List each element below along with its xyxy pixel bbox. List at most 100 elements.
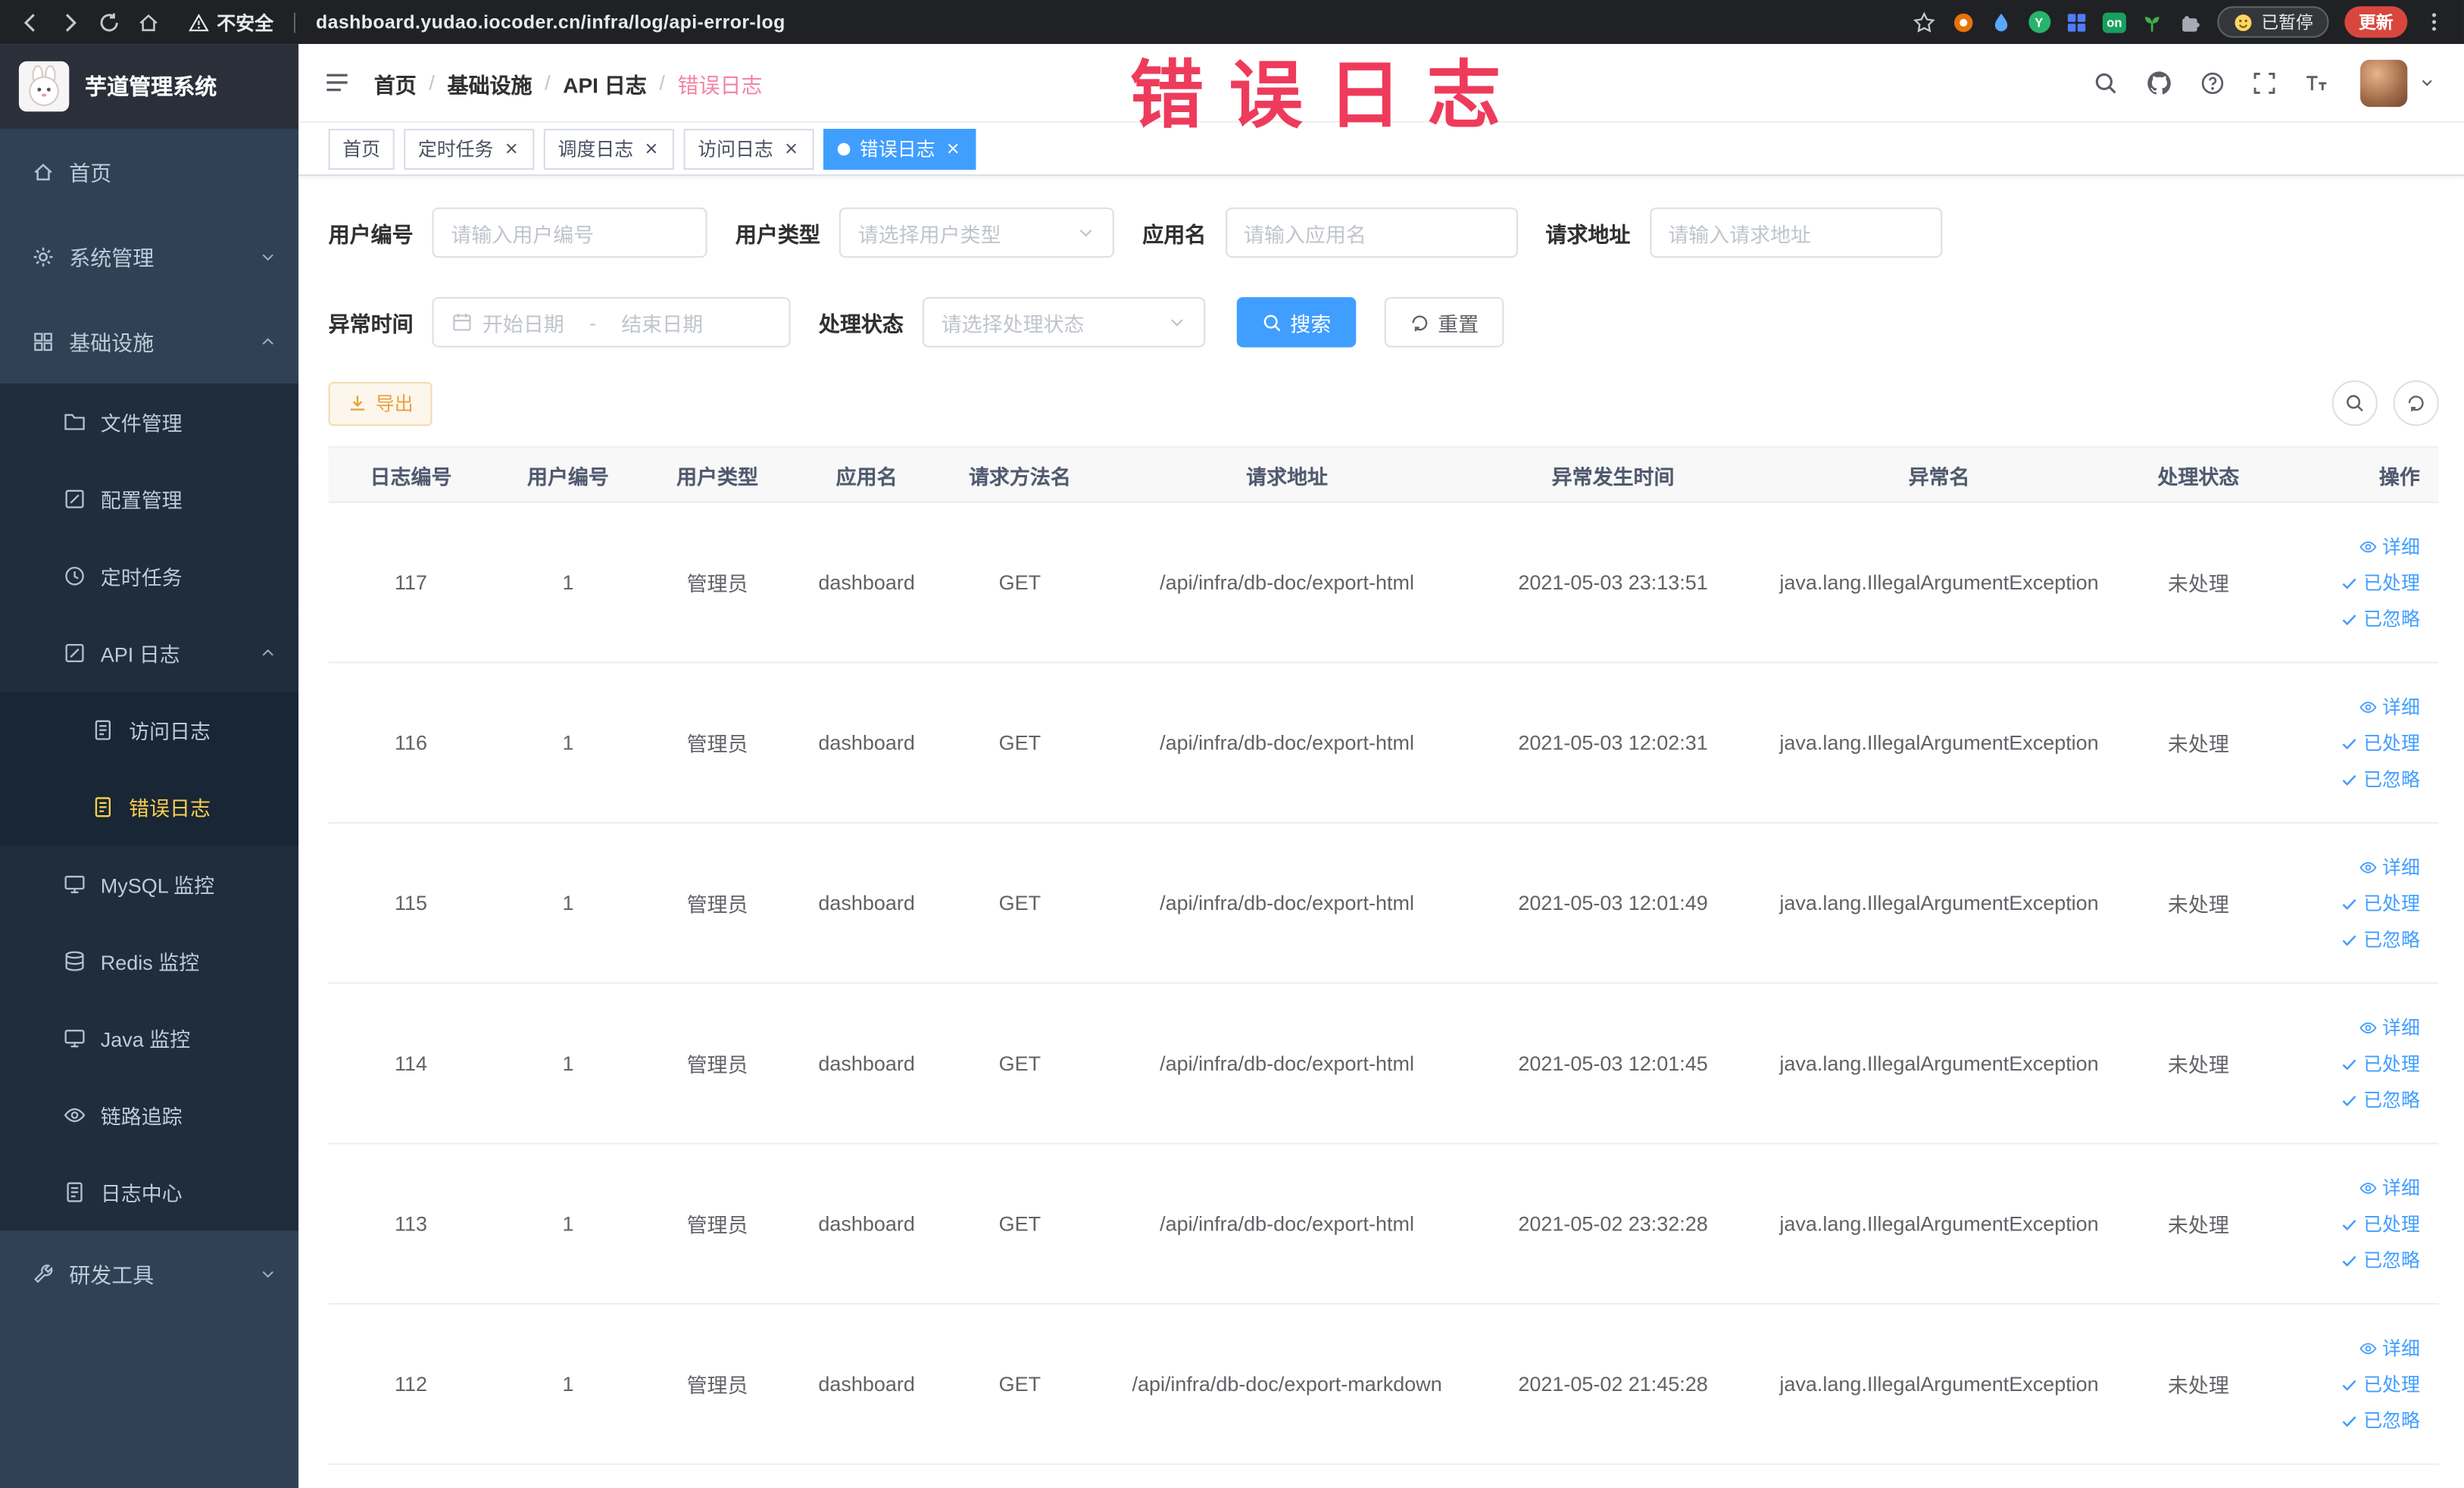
processed-action-link[interactable]: 已处理 (2340, 1050, 2420, 1077)
detail-action-link[interactable]: 详细 (2359, 854, 2420, 880)
view-tab-home[interactable]: 首页 (328, 128, 395, 170)
sidebar-item-config[interactable]: 配置管理 (0, 460, 299, 538)
sidebar-item-log-center[interactable]: 日志中心 (0, 1153, 299, 1231)
ignored-action-link[interactable]: 已忽略 (2340, 1086, 2420, 1113)
puzzle-extension-icon[interactable] (2178, 10, 2201, 33)
browser-reload-icon[interactable] (98, 10, 121, 33)
action-label: 已处理 (2363, 732, 2420, 755)
export-button[interactable]: 导出 (328, 381, 433, 426)
processed-action-link[interactable]: 已处理 (2340, 889, 2420, 916)
user-type-select[interactable]: 请选择用户类型 (839, 207, 1114, 258)
detail-action-link[interactable]: 详细 (2359, 533, 2420, 559)
close-icon[interactable] (945, 140, 962, 158)
doc-icon (63, 1180, 86, 1204)
search-button[interactable]: 搜索 (1236, 297, 1357, 348)
browser-home-icon[interactable] (136, 10, 160, 33)
font-size-icon[interactable] (2303, 70, 2328, 95)
cell-user_id: 1 (562, 891, 574, 915)
processed-action-link[interactable]: 已处理 (2340, 730, 2420, 756)
search-toggle-button[interactable] (2331, 380, 2378, 427)
cell-time: 2021-05-02 23:32:28 (1518, 1211, 1708, 1236)
chevron-down-icon (259, 248, 276, 265)
detail-action-link[interactable]: 详细 (2359, 1014, 2420, 1040)
table-row: 116 1 管理员 dashboard GET/api/infra/db-doc/exp… (328, 663, 2439, 824)
disks-icon (63, 949, 86, 973)
user-id-input[interactable]: 请输入用户编号 (432, 207, 707, 258)
sidebar-toggle-button[interactable] (298, 43, 374, 122)
processed-action-link[interactable]: 已处理 (2340, 569, 2420, 596)
view-tab-job[interactable]: 定时任务 (404, 128, 535, 170)
user-avatar[interactable] (2360, 58, 2436, 107)
close-icon[interactable] (643, 140, 661, 158)
logo[interactable]: 芋道管理系统 (0, 44, 299, 130)
reset-button[interactable]: 重置 (1384, 297, 1504, 348)
help-icon[interactable] (2200, 70, 2225, 95)
ignored-action-link[interactable]: 已忽略 (2340, 765, 2420, 792)
ignored-action-link[interactable]: 已忽略 (2340, 1246, 2420, 1273)
detail-action-link[interactable]: 详细 (2359, 693, 2420, 720)
ignored-action-link[interactable]: 已忽略 (2340, 1407, 2420, 1433)
sidebar-item-system[interactable]: 系统管理 (0, 214, 298, 299)
ignored-action-link[interactable]: 已忽略 (2340, 605, 2420, 632)
site-security-chip[interactable]: 不安全 (189, 8, 273, 35)
sidebar-item-home[interactable]: 首页 (0, 129, 298, 214)
sidebar-item-dev-tools[interactable]: 研发工具 (0, 1230, 298, 1315)
detail-action-link[interactable]: 详细 (2359, 1174, 2420, 1201)
detail-action-link[interactable]: 详细 (2359, 1334, 2420, 1361)
bookmark-star-icon[interactable] (1913, 10, 1936, 33)
search-icon[interactable] (2093, 70, 2118, 95)
sidebar-item-api-log[interactable]: API 日志 (0, 614, 299, 692)
sprout-extension-icon[interactable] (2141, 10, 2164, 33)
sidebar-item-trace[interactable]: 链路追踪 (0, 1077, 299, 1154)
cell-id: 113 (394, 1211, 427, 1236)
sidebar-item-error-log[interactable]: 错误日志 (0, 768, 299, 846)
sidebar-item-file[interactable]: 文件管理 (0, 383, 299, 461)
cell-status: 未处理 (2167, 572, 2229, 596)
close-icon[interactable] (503, 140, 520, 158)
eye-icon (2359, 536, 2378, 555)
url-text[interactable]: dashboard.yudao.iocoder.cn/infra/log/api… (316, 11, 785, 33)
processed-action-link[interactable]: 已处理 (2340, 1371, 2420, 1397)
view-tab-error-log[interactable]: 错误日志 (823, 128, 976, 170)
sidebar-item-redis[interactable]: Redis 监控 (0, 922, 299, 1000)
cell-exception: java.lang.IllegalArgumentException (1779, 571, 2099, 595)
cell-user_id: 1 (562, 730, 574, 755)
refresh-button[interactable] (2393, 380, 2439, 427)
on-switch-extension-icon[interactable]: on (2102, 10, 2126, 33)
breadcrumb-item[interactable]: 基础设施 (447, 67, 532, 98)
sidebar-item-job[interactable]: 定时任务 (0, 537, 299, 615)
browser-back-icon[interactable] (19, 10, 42, 33)
browser-menu-icon[interactable] (2423, 11, 2445, 33)
grid-extension-icon[interactable] (2065, 10, 2088, 33)
column-header-app_name: 应用名 (835, 464, 898, 489)
app-name-input[interactable]: 请输入应用名 (1225, 207, 1518, 258)
sidebar-item-access-log[interactable]: 访问日志 (0, 691, 299, 769)
breadcrumb-item[interactable]: API 日志 (563, 67, 647, 98)
chevron-down-icon (1167, 313, 1186, 332)
close-icon[interactable] (782, 140, 800, 158)
cell-app_name: dashboard (818, 891, 915, 915)
update-button[interactable]: 更新 (2344, 6, 2408, 38)
request-url-input[interactable]: 请输入请求地址 (1649, 207, 1942, 258)
drop-extension-icon[interactable] (1989, 10, 2013, 33)
sidebar-item-infra[interactable]: 基础设施 (0, 299, 298, 383)
cell-time: 2021-05-03 12:01:45 (1518, 1051, 1708, 1076)
fullscreen-icon[interactable] (2252, 70, 2277, 95)
table-row: 113 1 管理员 dashboard GET/api/infra/db-doc/exp… (328, 1144, 2439, 1305)
green-dot-extension-icon[interactable]: Y (2027, 10, 2050, 33)
sidebar-item-mysql[interactable]: MySQL 监控 (0, 846, 299, 923)
sidebar-item-java[interactable]: Java 监控 (0, 999, 299, 1077)
exception-time-range-picker[interactable]: 开始日期 - 结束日期 (432, 297, 791, 348)
paused-badge[interactable]: 已暂停 (2217, 6, 2329, 38)
process-status-select[interactable]: 请选择处理状态 (922, 297, 1206, 348)
cell-id: 115 (394, 891, 427, 915)
view-tab-job-log[interactable]: 调度日志 (543, 128, 675, 170)
view-tab-access-log[interactable]: 访问日志 (683, 128, 814, 170)
github-icon[interactable] (2145, 68, 2173, 96)
cell-url: /api/infra/db-doc/export-html (1160, 730, 1414, 755)
processed-action-link[interactable]: 已处理 (2340, 1210, 2420, 1236)
browser-forward-icon[interactable] (58, 10, 82, 33)
ignored-action-link[interactable]: 已忽略 (2340, 926, 2420, 952)
breadcrumb-item[interactable]: 首页 (374, 67, 417, 98)
record-extension-icon[interactable] (1952, 10, 1975, 33)
